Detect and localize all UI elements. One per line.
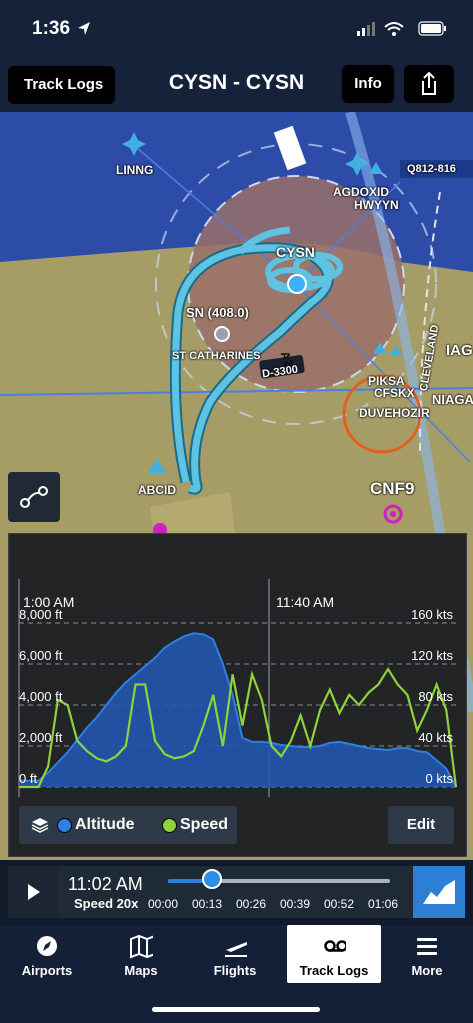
right-axis-label: 0 kts bbox=[426, 771, 454, 786]
compass-icon bbox=[37, 936, 57, 956]
tab-track-logs-label: Track Logs bbox=[299, 963, 369, 978]
share-button[interactable] bbox=[404, 65, 454, 103]
back-button[interactable]: Track Logs bbox=[8, 66, 116, 104]
plane-takeoff-icon bbox=[225, 942, 247, 957]
status-icons bbox=[357, 21, 446, 36]
info-button[interactable]: Info bbox=[342, 65, 394, 103]
right-axis-label: 160 kts bbox=[411, 607, 453, 622]
route-icon bbox=[20, 486, 48, 508]
left-axis-label: 6,000 ft bbox=[19, 648, 63, 663]
aircraft-position bbox=[287, 274, 307, 294]
label-agdoxid: AGDOXID bbox=[333, 185, 390, 199]
area-chart-icon bbox=[423, 880, 455, 904]
playback-bar: 11:02 AM Speed 20x 00:00 00:13 00:26 00:39 0… bbox=[8, 866, 465, 918]
label-cfskx: CFSKX bbox=[374, 386, 415, 400]
label-cysn: CYSN bbox=[276, 244, 315, 260]
flight-profile-panel: 1:00 AM 11:40 AM 8,000 ft 160 kts 6,000 ft… bbox=[8, 533, 467, 857]
label-iag: IAG bbox=[446, 342, 473, 359]
status-bar: 1:36 bbox=[0, 0, 473, 56]
right-axis-label: 80 kts bbox=[418, 689, 453, 704]
tab-airports[interactable]: Airports bbox=[0, 925, 94, 983]
menu-icon bbox=[417, 938, 437, 955]
home-indicator bbox=[152, 1007, 320, 1012]
route-toggle-button[interactable] bbox=[8, 472, 60, 522]
left-axis-label: 0 ft bbox=[19, 771, 37, 786]
play-icon bbox=[28, 884, 40, 900]
label-duvehozir: DUVEHOZIR bbox=[359, 406, 430, 420]
label-sn-freq: SN (408.0) bbox=[186, 305, 249, 320]
altitude-legend-dot bbox=[57, 818, 72, 833]
play-button[interactable] bbox=[8, 866, 58, 918]
speed-legend-dot bbox=[162, 818, 177, 833]
chart-legend[interactable]: Altitude Speed bbox=[19, 806, 237, 844]
scrubber-track[interactable] bbox=[168, 869, 390, 889]
tab-more[interactable]: More bbox=[380, 925, 473, 983]
label-niaga: NIAGA bbox=[432, 392, 473, 407]
map-icon bbox=[130, 934, 153, 959]
scrubber-tick-label: 00:00 bbox=[148, 897, 179, 911]
label-hwyyn: HWYYN bbox=[354, 198, 399, 212]
info-button-label: Info bbox=[354, 75, 382, 92]
wifi-icon bbox=[384, 22, 404, 31]
back-button-label: Track Logs bbox=[24, 76, 104, 93]
label-linng: LINNG bbox=[116, 163, 154, 177]
navigation-bar: Track Logs CYSN - CYSN Info bbox=[0, 56, 473, 112]
clock: 1:36 bbox=[32, 18, 71, 39]
layers-icon bbox=[31, 818, 49, 833]
left-axis-label: 2,000 ft bbox=[19, 730, 63, 745]
legend-altitude: Altitude bbox=[75, 816, 135, 833]
edit-button[interactable]: Edit bbox=[388, 806, 454, 844]
share-icon bbox=[422, 71, 436, 95]
tab-airports-label: Airports bbox=[21, 963, 73, 978]
tab-more-label: More bbox=[411, 963, 443, 978]
right-axis-label: 120 kts bbox=[411, 648, 453, 663]
label-st-catharines: ST CATHARINES bbox=[172, 350, 261, 362]
scrubber-thumb[interactable] bbox=[202, 869, 223, 889]
label-airway-q: Q812-816 bbox=[407, 163, 456, 175]
chart-mode-button[interactable] bbox=[413, 866, 465, 918]
right-axis-label: 40 kts bbox=[418, 730, 453, 745]
flight-profile-chart[interactable]: 1:00 AM 11:40 AM 8,000 ft 160 kts6,000 ft… bbox=[9, 534, 466, 804]
ndb-sn bbox=[214, 326, 230, 342]
altitude-area bbox=[19, 633, 456, 787]
scrubber-ticks: 00:00 00:13 00:26 00:39 00:52 01:06 bbox=[148, 897, 410, 913]
location-arrow-icon bbox=[78, 22, 90, 35]
scrubber-tick-label: 01:06 bbox=[368, 897, 399, 911]
signal-icon bbox=[357, 31, 360, 36]
edit-button-label: Edit bbox=[406, 816, 436, 833]
scrubber-tick-label: 00:52 bbox=[324, 897, 355, 911]
voicemail-icon bbox=[324, 940, 346, 952]
left-axis-label: 4,000 ft bbox=[19, 689, 63, 704]
label-cnf9: CNF9 bbox=[370, 479, 415, 498]
time-mid-label: 11:40 AM bbox=[276, 594, 334, 610]
left-axis-label: 8,000 ft bbox=[19, 607, 63, 622]
tab-flights-label: Flights bbox=[213, 963, 257, 978]
scrubber-tick-label: 00:39 bbox=[280, 897, 311, 911]
scrubber-tick-label: 00:26 bbox=[236, 897, 267, 911]
playback-speed[interactable]: Speed 20x bbox=[74, 896, 138, 911]
playback-time: 11:02 AM bbox=[68, 874, 143, 894]
label-abcid: ABCID bbox=[138, 483, 176, 497]
scrubber-tick-label: 00:13 bbox=[192, 897, 223, 911]
tab-flights[interactable]: Flights bbox=[188, 925, 282, 983]
tab-maps[interactable]: Maps bbox=[94, 925, 188, 983]
legend-speed: Speed bbox=[180, 816, 229, 833]
tab-maps-label: Maps bbox=[124, 963, 158, 978]
tab-track-logs[interactable]: Track Logs bbox=[287, 925, 381, 983]
